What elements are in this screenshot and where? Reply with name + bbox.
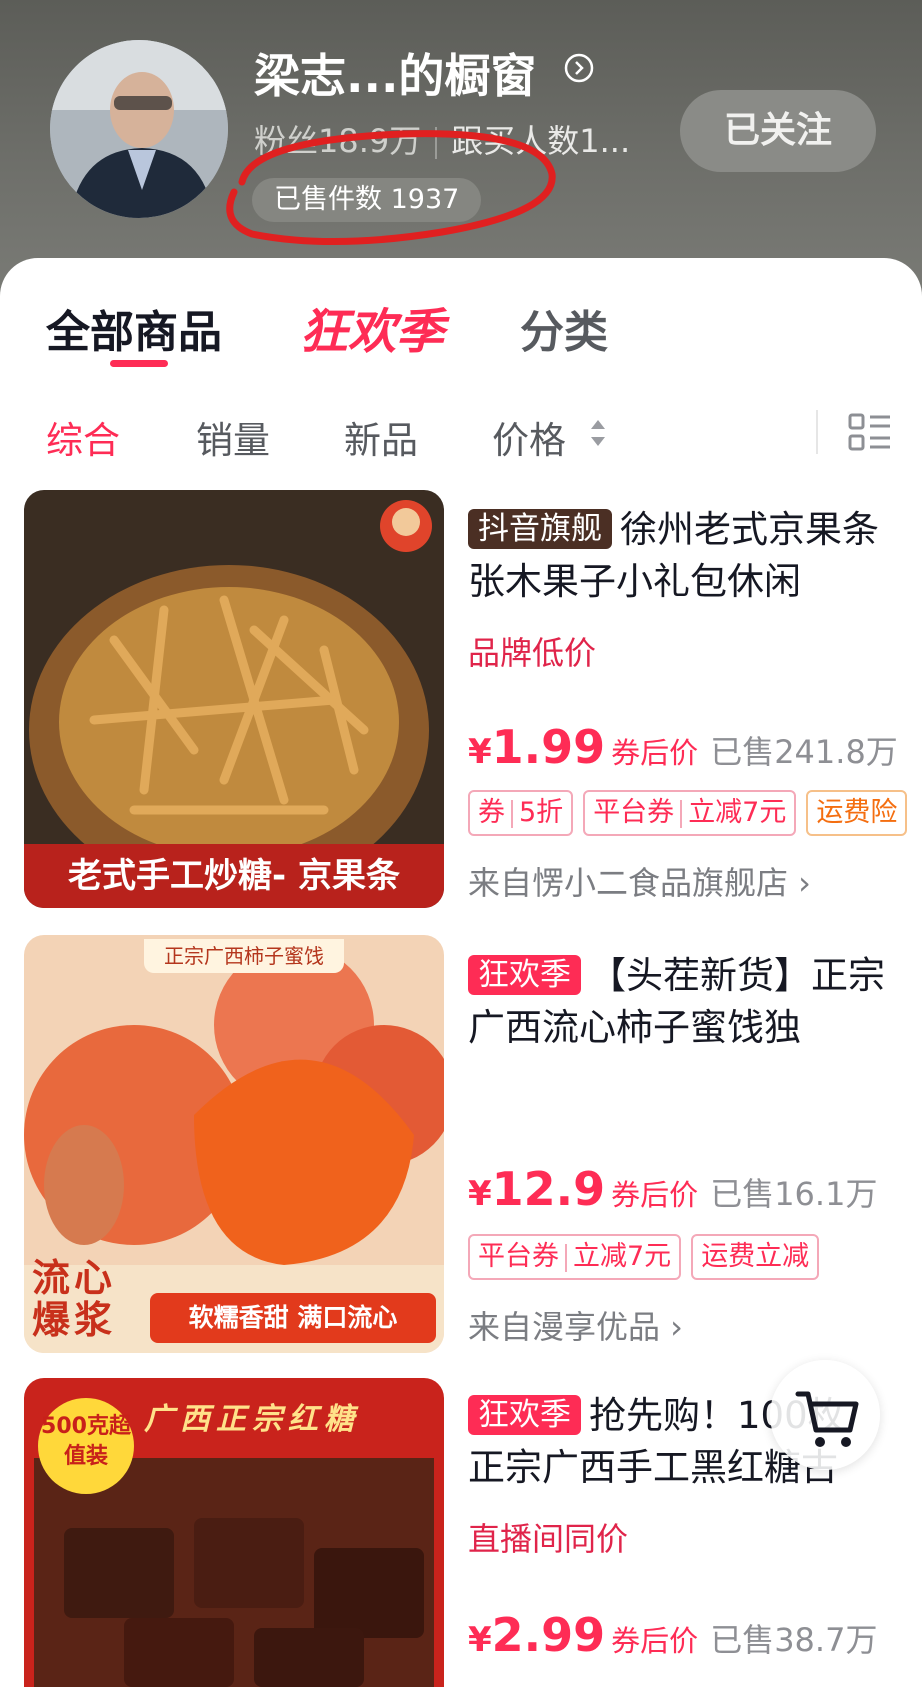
price-label: 券后价	[611, 1624, 699, 1658]
product-image[interactable]: 正宗广西柿子蜜饯 流心爆浆 软糯香甜 满口流心	[24, 935, 444, 1353]
tag-text: 5折	[519, 797, 564, 828]
fans-count: 粉丝18.9万	[254, 122, 422, 160]
carnival-badge: 狂欢季	[468, 1395, 581, 1435]
price-row: ¥2.99 券后价 已售38.7万	[468, 1608, 877, 1662]
shipping-discount-tag: 运费立减	[691, 1234, 820, 1280]
image-caption: 老式手工炒糖- 京果条	[24, 844, 444, 908]
price: 12.9	[491, 1162, 606, 1216]
shop-link[interactable]: 来自漫享优品 ›	[468, 1302, 683, 1348]
list-view-icon[interactable]	[848, 412, 892, 452]
promo-tags: 券 5折 平台券 立减7元 运费险	[468, 790, 917, 836]
product-image[interactable]: 老式手工炒糖- 京果条	[24, 490, 444, 908]
price-label: 券后价	[611, 736, 699, 770]
carnival-badge: 狂欢季	[468, 955, 581, 995]
sort-arrows-icon[interactable]	[590, 418, 606, 448]
tab-all-products[interactable]: 全部商品	[46, 296, 222, 360]
image-side-label: 流心爆浆	[32, 1256, 117, 1342]
tab-carnival[interactable]: 狂欢季	[300, 292, 444, 362]
platform-coupon-tag: 平台券 立减7元	[468, 1234, 682, 1280]
shop-name[interactable]: 梁志...的橱窗	[254, 40, 536, 106]
shop-stats: 粉丝18.9万 跟买人数1...	[254, 116, 630, 162]
avatar[interactable]	[50, 40, 228, 218]
follow-button[interactable]: 已关注	[680, 90, 876, 172]
image-caption: 软糯香甜 满口流心	[150, 1293, 436, 1343]
tag-text: 立减7元	[573, 1241, 672, 1272]
sold-count: 已售38.7万	[710, 1621, 878, 1659]
product-title[interactable]: 抖音旗舰 徐州老式京果条张木果子小礼包休闲	[468, 504, 888, 608]
price-row: ¥12.9 券后价 已售16.1万	[468, 1162, 877, 1216]
promo-tags: 平台券 立减7元 运费立减	[468, 1234, 829, 1280]
shop-header: 梁志...的橱窗 粉丝18.9万 跟买人数1... 已售件数 1937 已关注	[0, 0, 922, 300]
shipping-insurance-tag: 运费险	[806, 790, 908, 836]
tag-text: 平台券	[593, 797, 675, 828]
currency: ¥	[468, 1620, 492, 1660]
cart-icon	[795, 1391, 859, 1447]
price: 1.99	[491, 720, 606, 774]
sort-sales[interactable]: 销量	[196, 410, 270, 464]
flagship-badge: 抖音旗舰	[468, 509, 612, 549]
cart-button[interactable]	[770, 1360, 880, 1470]
price-label: 券后价	[611, 1178, 699, 1212]
image-stamp: 500克超值装	[38, 1398, 134, 1494]
divider	[816, 410, 818, 454]
currency: ¥	[468, 1174, 492, 1214]
tag-text: 立减7元	[688, 797, 787, 828]
product-image[interactable]: 广西正宗红糖 500克超值装	[24, 1378, 444, 1687]
divider	[435, 127, 438, 159]
price-row: ¥1.99 券后价 已售241.8万	[468, 720, 898, 774]
sort-price[interactable]: 价格	[492, 410, 566, 464]
followers-buy-count: 跟买人数1...	[451, 122, 631, 160]
image-top-label: 广西正宗红糖	[144, 1402, 360, 1437]
shop-link[interactable]: 来自愣小二食品旗舰店 ›	[468, 858, 811, 904]
sort-comprehensive[interactable]: 综合	[46, 410, 120, 464]
chevron-right-icon[interactable]	[564, 53, 594, 83]
tag-text: 券	[478, 797, 505, 828]
tab-category[interactable]: 分类	[520, 296, 608, 360]
sold-count-badge: 已售件数 1937	[252, 178, 482, 222]
product-title[interactable]: 狂欢季 【头茬新货】正宗广西流心柿子蜜饯独	[468, 950, 888, 1054]
sold-count: 已售16.1万	[710, 1175, 878, 1213]
sold-count: 已售241.8万	[710, 733, 898, 771]
tab-underline	[110, 360, 168, 367]
image-top-label: 正宗广西柿子蜜饯	[144, 939, 344, 973]
live-room-price: 直播间同价	[468, 1520, 629, 1558]
brand-low-price: 品牌低价	[468, 634, 597, 672]
sort-new[interactable]: 新品	[344, 410, 418, 464]
price: 2.99	[491, 1608, 606, 1662]
coupon-tag: 券 5折	[468, 790, 574, 836]
platform-coupon-tag: 平台券 立减7元	[583, 790, 797, 836]
currency: ¥	[468, 732, 492, 772]
tag-text: 平台券	[478, 1241, 559, 1272]
